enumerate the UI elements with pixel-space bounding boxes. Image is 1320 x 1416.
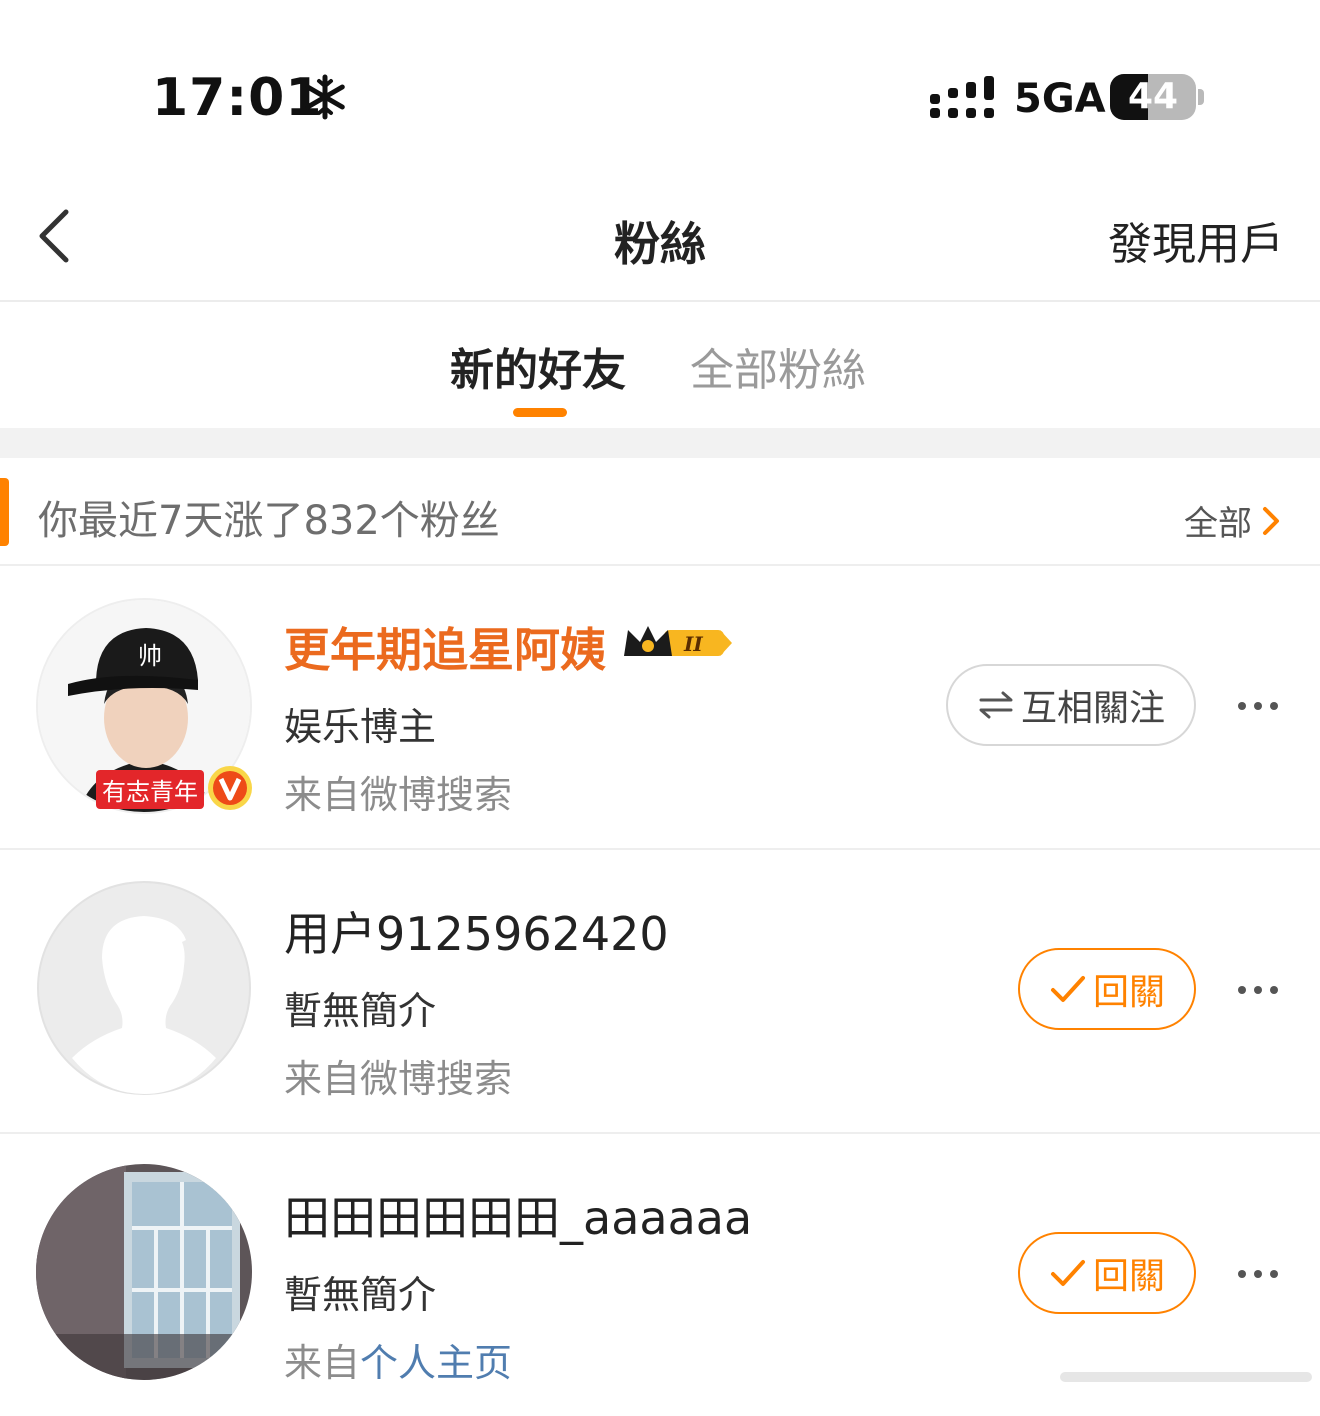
signal-icon <box>930 76 994 118</box>
summary-text: 你最近7天涨了832个粉丝 <box>38 498 500 544</box>
view-all-label: 全部 <box>1184 504 1252 544</box>
snowflake-icon <box>305 74 345 120</box>
fan-row[interactable]: 帅 有志青年 更年期追星阿姨 II 娱乐博主 来自微博搜索 互相關注 <box>0 566 1320 850</box>
verified-v-icon <box>208 766 252 810</box>
tab-new-friends[interactable]: 新的好友 <box>450 334 626 398</box>
vip-crown-icon: II <box>624 626 732 656</box>
fan-name[interactable]: 用户9125962420 <box>284 898 669 964</box>
tab-bar: 新的好友 全部粉絲 <box>0 304 1320 428</box>
source-prefix: 来自 <box>284 1341 361 1385</box>
avatar-photo <box>36 1164 252 1380</box>
more-options-icon[interactable] <box>1236 696 1280 716</box>
status-bar: 17:01 5GA 44 <box>0 0 1320 190</box>
source-label: 微博搜索 <box>360 773 513 817</box>
follow-back-label: 回關 <box>1092 972 1165 1013</box>
fan-source: 来自个人主页 <box>284 1332 512 1387</box>
discover-users-button[interactable]: 發現用戶 <box>1108 208 1284 272</box>
fan-name[interactable]: 更年期追星阿姨 <box>284 614 606 680</box>
tab-all-fans[interactable]: 全部粉絲 <box>690 334 866 398</box>
battery-cap <box>1198 89 1204 105</box>
follow-back-button[interactable]: 回關 <box>1018 1232 1196 1314</box>
checkmark-icon <box>1050 1260 1085 1286</box>
section-divider <box>0 428 1320 458</box>
source-label: 微博搜索 <box>360 1057 513 1101</box>
source-prefix: 来自 <box>284 1057 361 1101</box>
swap-arrows-icon <box>979 691 1013 719</box>
cap-text: 帅 <box>138 642 162 670</box>
fan-row[interactable]: 用户9125962420 暫無簡介 来自微博搜索 回關 <box>0 850 1320 1134</box>
more-options-icon[interactable] <box>1236 1264 1280 1284</box>
fan-description: 暫無簡介 <box>284 1273 437 1317</box>
status-time: 17:01 <box>152 68 323 128</box>
fan-description: 暫無簡介 <box>284 989 437 1033</box>
battery-icon: 44 <box>1110 74 1196 120</box>
source-prefix: 来自 <box>284 773 361 817</box>
vip-level: II <box>683 632 703 656</box>
more-options-icon[interactable] <box>1236 980 1280 1000</box>
avatar[interactable] <box>36 1164 252 1380</box>
fan-source: 来自微博搜索 <box>284 764 512 819</box>
follow-back-label: 回關 <box>1092 1256 1165 1297</box>
battery-level: 44 <box>1127 76 1179 117</box>
mutual-follow-button[interactable]: 互相關注 <box>946 664 1196 746</box>
default-avatar-icon <box>37 881 251 1095</box>
new-fans-summary: 你最近7天涨了832个粉丝 全部 <box>0 458 1320 566</box>
source-link[interactable]: 个人主页 <box>360 1341 512 1385</box>
network-type: 5GA <box>1014 76 1106 122</box>
view-all-button[interactable]: 全部 <box>1184 496 1284 545</box>
chevron-right-icon <box>1263 506 1279 535</box>
fan-description: 娱乐博主 <box>284 705 437 749</box>
active-tab-indicator <box>513 408 567 417</box>
mutual-follow-label: 互相關注 <box>1020 688 1165 729</box>
checkmark-icon <box>1050 976 1085 1002</box>
fan-name[interactable]: 田田田田田田_aaaaaa <box>284 1182 752 1248</box>
fan-source: 来自微博搜索 <box>284 1048 512 1103</box>
summary-accent-bar <box>0 478 9 546</box>
avatar[interactable] <box>36 880 252 1096</box>
avatar-tag: 有志青年 <box>96 770 204 809</box>
nav-bar: 粉絲 發現用戶 <box>0 190 1320 302</box>
follow-back-button[interactable]: 回關 <box>1018 948 1196 1030</box>
home-indicator <box>1060 1372 1312 1382</box>
